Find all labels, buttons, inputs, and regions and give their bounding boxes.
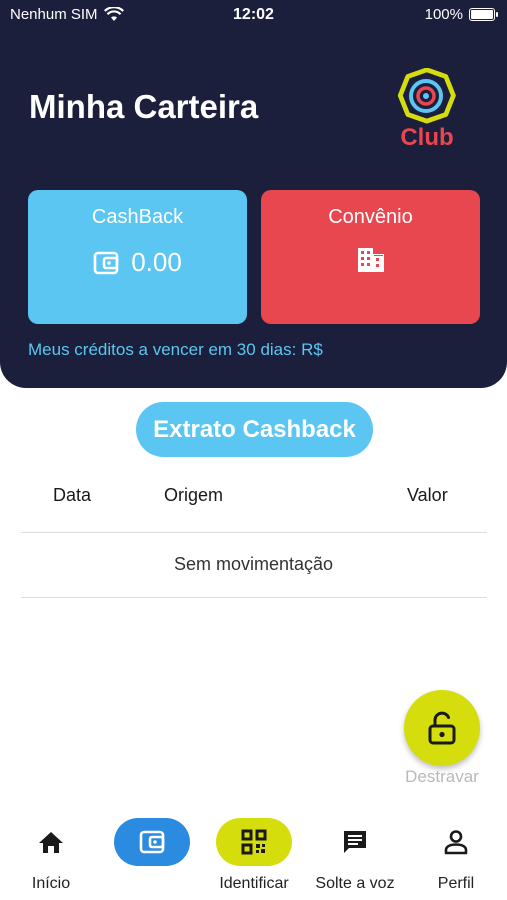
nav-item-inicio[interactable]: Início: [11, 817, 91, 893]
nav-label-solte-a-voz: Solte a voz: [315, 875, 395, 892]
wallet-icon: [139, 830, 165, 854]
unlock-button[interactable]: [404, 690, 480, 766]
wallet-icon: [93, 251, 119, 274]
nav-item-solte-a-voz[interactable]: Solte a voz: [308, 817, 402, 893]
column-header-origem: Origem: [164, 485, 224, 505]
table-divider-top: [21, 532, 487, 533]
nav-label-perfil: Perfil: [437, 875, 475, 892]
home-icon: [39, 832, 63, 853]
club-logo-icon: [397, 67, 456, 124]
convenio-card-title: Convênio: [328, 206, 413, 228]
chat-icon: [344, 831, 366, 853]
qr-code-icon: [241, 829, 267, 855]
cashback-card-value-row: 0.00: [28, 247, 247, 278]
nav-item-perfil[interactable]: Perfil: [416, 817, 496, 893]
nav-label-identificar: Identificar: [219, 875, 289, 892]
battery-info: 100%: [424, 6, 498, 23]
unlock-label: Destravar: [405, 767, 479, 786]
nav-label-inicio: Início: [31, 875, 71, 892]
convenio-card[interactable]: Convênio: [261, 190, 480, 324]
status-bar: Nenhum SIM 12:02 100%: [0, 0, 507, 30]
nav-item-carteira[interactable]: [114, 817, 190, 875]
club-logo-text: Club: [400, 124, 454, 151]
battery-percent: 100%: [424, 6, 463, 23]
header-panel: Nenhum SIM 12:02 100% Minha Carteira Clu…: [0, 0, 507, 388]
empty-transactions-text: Sem movimentação: [173, 554, 334, 574]
table-divider-bottom: [21, 597, 487, 598]
column-header-data: Data: [53, 485, 92, 505]
building-icon: [357, 248, 384, 272]
page-title: Minha Carteira: [29, 88, 259, 125]
cashback-card-title: CashBack: [91, 206, 184, 228]
cashback-card[interactable]: CashBack 0.00: [28, 190, 247, 324]
club-logo: Club: [395, 67, 465, 158]
person-icon: [444, 830, 468, 855]
column-header-valor: Valor: [407, 485, 448, 505]
nav-item-identificar[interactable]: Identificar: [204, 817, 304, 893]
bottom-navigation: Início Identificar Solte a voz Perfil: [0, 805, 507, 900]
cashback-value: 0.00: [131, 247, 182, 277]
extrato-cashback-button[interactable]: Extrato Cashback: [136, 402, 373, 457]
unlock-icon: [428, 711, 456, 745]
battery-icon: [469, 8, 498, 21]
nav-identificar-pill: [216, 818, 292, 866]
nav-carteira-pill: [114, 818, 190, 866]
credits-expiring-text: Meus créditos a vencer em 30 dias: R$: [28, 340, 323, 359]
convenio-card-icon-row: [261, 247, 480, 273]
